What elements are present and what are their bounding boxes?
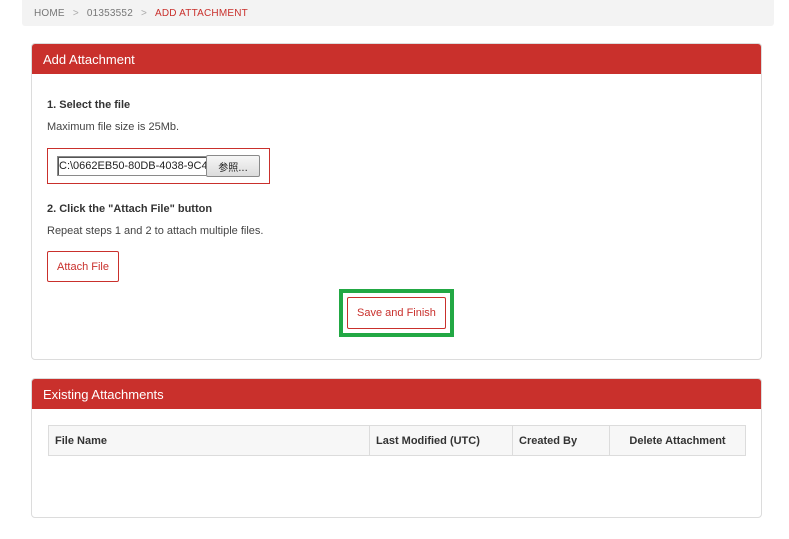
column-file-name[interactable]: File Name — [49, 426, 370, 455]
column-created-by[interactable]: Created By — [513, 426, 610, 455]
step1-title: 1. Select the file — [47, 99, 131, 111]
existing-attachments-panel: Existing Attachments File Name Last Modi… — [31, 378, 762, 518]
breadcrumb-record[interactable]: 01353552 — [87, 8, 133, 19]
add-attachment-header: Add Attachment — [32, 44, 761, 74]
attach-file-button[interactable]: Attach File — [47, 251, 119, 282]
step2-title: 2. Click the "Attach File" button — [47, 203, 213, 215]
step2-description: Repeat steps 1 and 2 to attach multiple … — [47, 225, 264, 237]
save-and-finish-button[interactable]: Save and Finish — [347, 297, 446, 329]
file-path-field[interactable]: C:\0662EB50-80DB-4038-9C4 — [57, 156, 206, 176]
save-button-highlight: Save and Finish — [339, 289, 454, 337]
add-attachment-panel: Add Attachment 1. Select the file Maximu… — [31, 43, 762, 360]
column-last-modified[interactable]: Last Modified (UTC) — [370, 426, 513, 455]
attachments-table-header: File Name Last Modified (UTC) Created By… — [48, 425, 746, 456]
existing-attachments-header: Existing Attachments — [32, 379, 761, 409]
browse-button[interactable]: 参照... — [206, 155, 260, 177]
breadcrumb-current: ADD ATTACHMENT — [155, 7, 248, 19]
file-input-wrapper: C:\0662EB50-80DB-4038-9C4 参照... — [47, 148, 270, 184]
breadcrumb-separator: > — [140, 7, 147, 19]
breadcrumb-home[interactable]: HOME — [34, 8, 65, 19]
breadcrumb: HOME > 01353552 > ADD ATTACHMENT — [22, 0, 774, 26]
breadcrumb-separator: > — [72, 7, 79, 19]
column-delete-attachment[interactable]: Delete Attachment — [610, 426, 745, 455]
step1-description: Maximum file size is 25Mb. — [47, 121, 180, 133]
